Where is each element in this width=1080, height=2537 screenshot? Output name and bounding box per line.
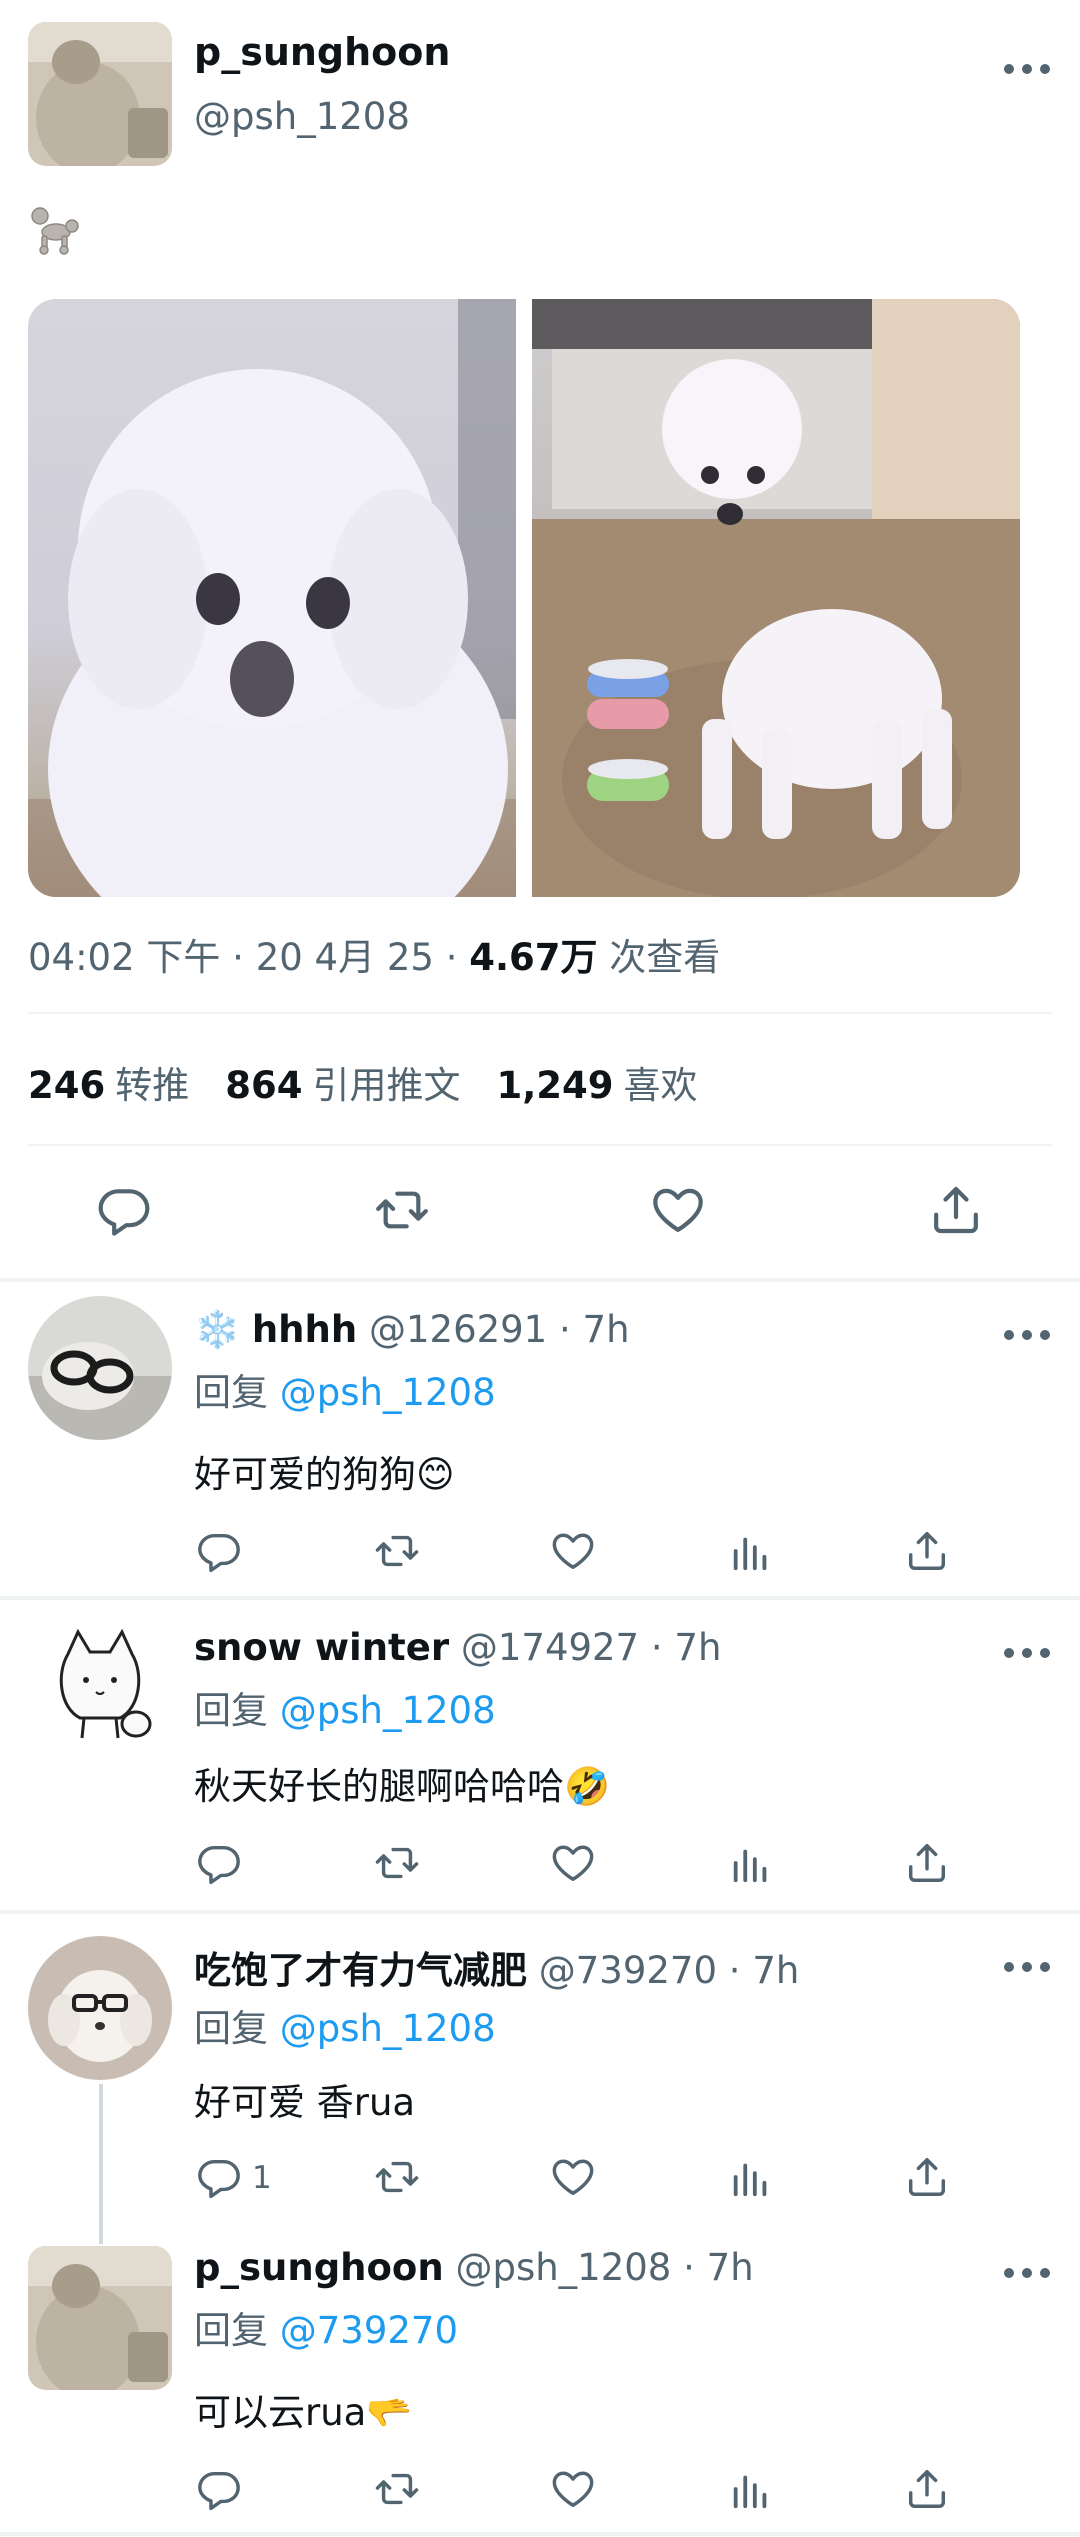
reply-to-link[interactable]: @739270: [280, 2309, 458, 2352]
like-icon[interactable]: [550, 2154, 596, 2200]
reply-to-link[interactable]: @psh_1208: [280, 1371, 496, 1414]
reply-icon[interactable]: [196, 2154, 242, 2200]
retweet-icon[interactable]: [374, 1528, 420, 1574]
reply-to-link[interactable]: @psh_1208: [280, 1689, 496, 1732]
views-icon[interactable]: [728, 1840, 774, 1886]
reply-to-line: 回复 @739270: [194, 2300, 458, 2354]
share-icon[interactable]: [904, 1840, 950, 1886]
reply-text: 好可爱 香rua: [194, 2081, 416, 2124]
reply-text: 可以云rua🫳: [194, 2391, 413, 2434]
views-count: 4.67万: [469, 936, 598, 979]
reply-item[interactable]: p_sunghoon @psh_1208 · 7h 回复 @739270 可以云…: [0, 2234, 1080, 2534]
reply-to-label: 回复: [194, 2309, 268, 2352]
quotes-stat[interactable]: 864 引用推文: [225, 1055, 460, 1109]
share-icon[interactable]: [928, 1182, 984, 1238]
snowflake-icon: ❄️: [194, 1308, 241, 1351]
reply-to-label: 回复: [194, 1371, 268, 1414]
reply-time: 7h: [674, 1626, 722, 1669]
reply-header: ❄️ hhhh @126291 · 7h: [194, 1308, 630, 1352]
tweet-actions: [0, 1170, 1080, 1250]
reply-item[interactable]: snow winter @174927 · 7h 回复 @psh_1208 秋天…: [0, 1600, 1080, 1912]
reply-author-name[interactable]: p_sunghoon: [194, 2246, 444, 2289]
reply-to-line: 回复 @psh_1208: [194, 1680, 496, 1734]
tweet-date: 20 4月 25: [255, 936, 434, 979]
tweet-meta: 04:02 下午 · 20 4月 25 · 4.67万 次查看: [28, 927, 720, 981]
dog-photo-right[interactable]: [532, 299, 1020, 897]
reply-icon[interactable]: [196, 2466, 242, 2512]
poodle-icon: [31, 207, 79, 255]
retweet-icon[interactable]: [374, 1840, 420, 1886]
reply-time: 7h: [706, 2246, 754, 2289]
tweet-media[interactable]: [28, 299, 1020, 897]
retweet-icon[interactable]: [374, 2154, 420, 2200]
dog-photo-left[interactable]: [28, 299, 516, 897]
like-icon[interactable]: [550, 1840, 596, 1886]
reply-time: 7h: [752, 1949, 800, 1992]
reply-avatar[interactable]: [28, 2246, 172, 2390]
reply-to-line: 回复 @psh_1208: [194, 1362, 496, 1416]
reply-to-label: 回复: [194, 1689, 268, 1732]
reply-author-handle[interactable]: @739270: [539, 1949, 717, 1992]
retweet-icon[interactable]: [374, 2466, 420, 2512]
reply-to-link[interactable]: @psh_1208: [280, 2007, 496, 2050]
reply-icon[interactable]: [196, 1840, 242, 1886]
more-icon[interactable]: [1004, 1646, 1050, 1660]
share-icon[interactable]: [904, 2466, 950, 2512]
more-icon[interactable]: [1004, 2266, 1050, 2280]
reply-time: 7h: [582, 1308, 630, 1351]
tweet-time: 04:02 下午: [28, 936, 221, 979]
views-icon[interactable]: [728, 2154, 774, 2200]
reply-to-line: 回复 @psh_1208: [194, 1998, 496, 2052]
retweets-stat[interactable]: 246 转推: [28, 1055, 189, 1109]
tweet-text: [26, 200, 82, 256]
meta-separator: ·: [683, 2246, 707, 2289]
retweet-icon[interactable]: [374, 1182, 430, 1238]
like-icon[interactable]: [550, 1528, 596, 1574]
views-icon[interactable]: [728, 1528, 774, 1574]
divider: [28, 1144, 1052, 1146]
reply-header: p_sunghoon @psh_1208 · 7h: [194, 2246, 754, 2289]
views-icon[interactable]: [728, 2466, 774, 2512]
reply-item[interactable]: 吃饱了才有力气减肥 @739270 · 7h 回复 @psh_1208 好可爱 …: [0, 1914, 1080, 2244]
reply-text: 好可爱的狗狗😊: [194, 1453, 455, 1496]
reply-icon[interactable]: [196, 1528, 242, 1574]
meta-separator: ·: [650, 1626, 675, 1669]
meta-separator: ·: [728, 1949, 753, 1992]
share-icon[interactable]: [904, 2154, 950, 2200]
more-icon[interactable]: [1004, 62, 1050, 76]
like-icon[interactable]: [550, 2466, 596, 2512]
reply-to-label: 回复: [194, 2007, 268, 2050]
reply-author-name[interactable]: hhhh: [252, 1308, 357, 1351]
reply-author-name[interactable]: 吃饱了才有力气减肥: [194, 1949, 527, 1992]
reply-author-handle[interactable]: @psh_1208: [455, 2246, 671, 2289]
likes-stat[interactable]: 1,249 喜欢: [496, 1055, 697, 1109]
author-avatar[interactable]: [28, 22, 172, 166]
reply-avatar[interactable]: [28, 1296, 172, 1440]
views-label: 次查看: [609, 936, 721, 979]
reply-avatar[interactable]: [28, 1614, 172, 1758]
more-icon[interactable]: [1004, 1328, 1050, 1342]
reply-item[interactable]: ❄️ hhhh @126291 · 7h 回复 @psh_1208 好可爱的狗狗…: [0, 1282, 1080, 1596]
reply-header: 吃饱了才有力气减肥 @739270 · 7h: [194, 1940, 799, 1994]
like-icon[interactable]: [650, 1182, 706, 1238]
author-name[interactable]: p_sunghoon: [194, 30, 450, 74]
author-handle[interactable]: @psh_1208: [194, 95, 410, 138]
thread-line: [99, 2084, 103, 2244]
reply-count: 1: [252, 2160, 272, 2196]
meta-separator: ·: [232, 936, 256, 979]
meta-separator: ·: [559, 1308, 583, 1351]
reply-header: snow winter @174927 · 7h: [194, 1626, 721, 1669]
reply-author-name[interactable]: snow winter: [194, 1626, 449, 1669]
more-icon[interactable]: [1004, 1960, 1050, 1974]
meta-separator: ·: [445, 936, 470, 979]
reply-author-handle[interactable]: @126291: [369, 1308, 547, 1351]
tweet-stats: 246 转推 864 引用推文 1,249 喜欢: [28, 1055, 698, 1109]
reply-icon[interactable]: [96, 1182, 152, 1238]
divider: [28, 1012, 1052, 1014]
share-icon[interactable]: [904, 1528, 950, 1574]
reply-author-handle[interactable]: @174927: [461, 1626, 639, 1669]
reply-text: 秋天好长的腿啊哈哈哈🤣: [194, 1765, 611, 1808]
divider: [0, 2532, 1080, 2536]
reply-avatar[interactable]: [28, 1936, 172, 2080]
